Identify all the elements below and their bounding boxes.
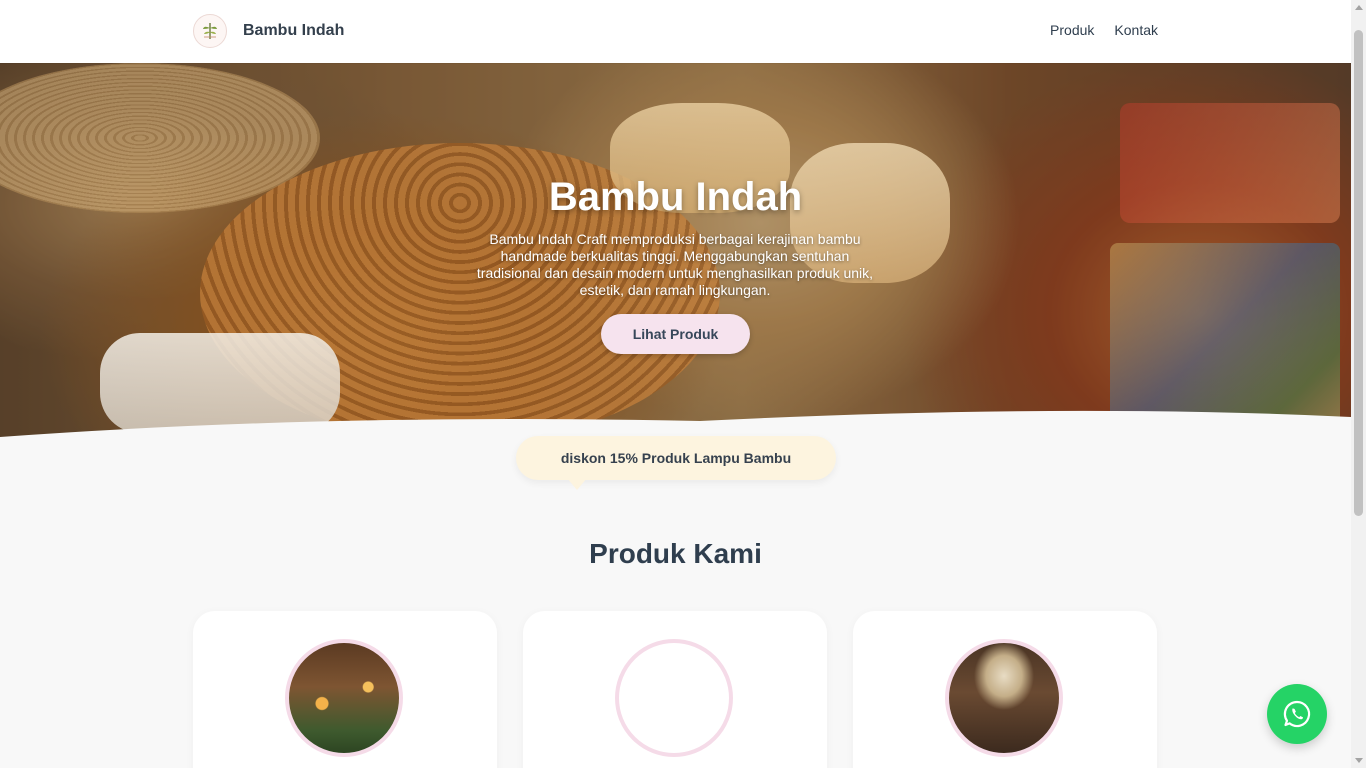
view-products-button[interactable]: Lihat Produk — [601, 314, 750, 354]
scroll-up-arrow-icon[interactable] — [1355, 5, 1363, 10]
nav-links: Produk Kontak — [1030, 22, 1158, 38]
brand[interactable]: Bambu Indah — [193, 14, 344, 48]
products-section-title: Produk Kami — [589, 538, 762, 569]
whatsapp-button[interactable] — [1267, 684, 1327, 744]
whatsapp-icon — [1283, 700, 1311, 728]
vertical-scrollbar[interactable] — [1351, 0, 1366, 768]
nav-link-kontak[interactable]: Kontak — [1114, 22, 1158, 38]
page: Bambu Indah Produk Kontak Bambu Indah Ba… — [0, 0, 1366, 768]
product-card-3[interactable] — [853, 611, 1157, 768]
brand-name: Bambu Indah — [243, 22, 345, 39]
bamboo-lamps-photo — [285, 639, 403, 757]
hero-title: Bambu Indah — [548, 175, 803, 219]
promo-bubble[interactable]: diskon 15% Produk Lampu Bambu — [516, 436, 836, 480]
bamboo-logo-icon — [193, 14, 227, 48]
hero-description: Bambu Indah Craft memproduksi berbagai k… — [476, 231, 874, 298]
navbar: Bambu Indah Produk Kontak — [0, 0, 1351, 63]
bamboo-vase-photo — [945, 639, 1063, 757]
promo-bubble-tail — [567, 478, 587, 490]
product-card-1[interactable] — [193, 611, 497, 768]
hero-banner: Bambu Indah Bambu Indah Craft memproduks… — [0, 63, 1351, 465]
scroll-thumb[interactable] — [1354, 30, 1363, 516]
product-card-2[interactable] — [523, 611, 827, 768]
scroll-down-arrow-icon[interactable] — [1355, 758, 1363, 763]
bamboo-tissue-box-photo — [615, 639, 733, 757]
promo-text: diskon 15% Produk Lampu Bambu — [560, 450, 792, 466]
nav-link-produk[interactable]: Produk — [1050, 22, 1094, 38]
